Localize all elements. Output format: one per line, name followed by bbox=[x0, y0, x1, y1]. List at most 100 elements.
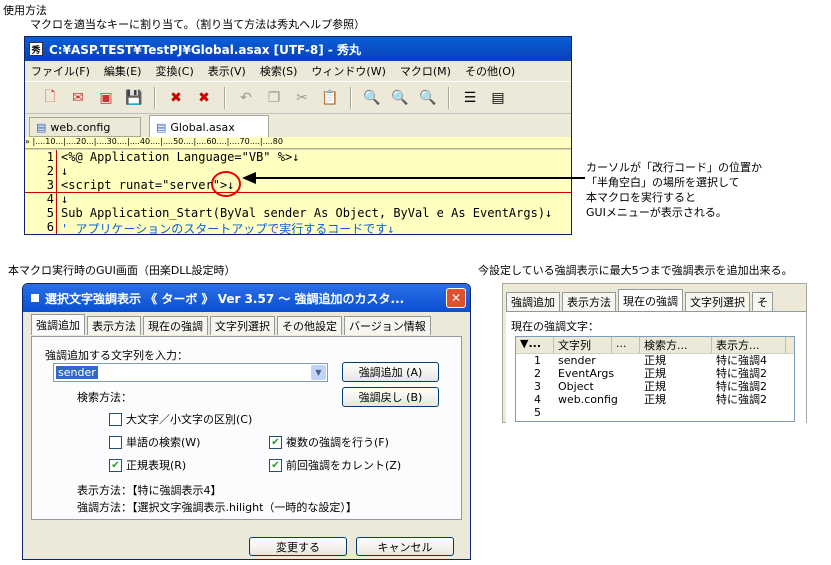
highlight-list[interactable]: ▼... 文字列 ... 検索方... 表示方... 1 sender 正規 特… bbox=[515, 336, 795, 422]
checkbox-box: ✔ bbox=[269, 435, 282, 449]
panel-tabs: 強調追加 表示方法 現在の強調 文字列選択 そ bbox=[506, 289, 773, 311]
menu-macro[interactable]: マクロ(M) bbox=[400, 63, 451, 79]
new-file-icon[interactable]: 🗋 bbox=[39, 87, 61, 109]
open-recent-icon[interactable]: ▣ bbox=[95, 87, 117, 109]
row-index: 2 bbox=[534, 367, 541, 380]
chevron-down-icon[interactable]: ▼ bbox=[311, 365, 326, 380]
apply-button[interactable]: 変更する bbox=[249, 537, 347, 556]
search-icon[interactable]: 🔍 bbox=[361, 87, 383, 109]
right-caption: 今設定している強調表示に最大5つまで強調表示を追加出来る。 bbox=[478, 264, 793, 277]
search-next-icon[interactable]: 🔍 bbox=[417, 87, 439, 109]
search-prev-icon[interactable]: 🔍 bbox=[389, 87, 411, 109]
code-line: ↓ bbox=[61, 192, 69, 206]
dialog-close-button[interactable]: ✕ bbox=[446, 288, 466, 308]
tab-label: web.config bbox=[50, 120, 111, 134]
column-header[interactable]: 表示方... bbox=[712, 337, 786, 353]
column-header[interactable]: 検索方... bbox=[640, 337, 712, 353]
column-header[interactable]: 文字列 bbox=[554, 337, 612, 353]
tab-add-highlight[interactable]: 強調追加 bbox=[31, 314, 85, 335]
window-list-icon[interactable]: ▤ bbox=[487, 87, 509, 109]
column-header[interactable]: ... bbox=[612, 337, 640, 353]
tab-other-truncated[interactable]: そ bbox=[752, 292, 773, 311]
list-item[interactable]: 1 sender 正規 特に強調4 bbox=[516, 354, 794, 367]
dialog-tabs: 強調追加 表示方法 現在の強調 文字列選択 その他設定 バージョン情報 bbox=[31, 314, 431, 335]
tab-string-selection[interactable]: 文字列選択 bbox=[210, 316, 275, 335]
cancel-button[interactable]: キャンセル bbox=[356, 537, 454, 556]
open-file-icon[interactable]: ✉ bbox=[67, 87, 89, 109]
column-header[interactable]: ▼... bbox=[516, 337, 554, 353]
row-string: Object bbox=[558, 380, 594, 393]
toolbar-separator bbox=[154, 86, 156, 109]
row-string: web.config bbox=[558, 393, 618, 406]
previous-current-checkbox[interactable]: ✔ 前回強調をカレント(Z) bbox=[269, 457, 401, 473]
save-icon[interactable]: 💾 bbox=[123, 87, 145, 109]
menu-convert[interactable]: 変換(C) bbox=[155, 63, 193, 79]
row-search bbox=[640, 406, 712, 419]
tab-version-info[interactable]: バージョン情報 bbox=[344, 316, 431, 335]
highlight-method-text: 強調方法：【選択文字強調表示.hilight（一時的な設定）】 bbox=[77, 501, 357, 514]
checkbox-box: ✔ bbox=[269, 458, 282, 472]
tab-current-highlight[interactable]: 現在の強調 bbox=[143, 316, 208, 335]
tab-web-config[interactable]: ▤ web.config bbox=[29, 117, 141, 137]
list-icon[interactable]: ☰ bbox=[459, 87, 481, 109]
checkbox-box: ✔ bbox=[109, 458, 122, 472]
list-item[interactable]: 5 bbox=[516, 406, 794, 419]
list-item[interactable]: 3 Object 正規 特に強調2 bbox=[516, 380, 794, 393]
multiple-highlight-checkbox[interactable]: ✔ 複数の強調を行う(F) bbox=[269, 434, 389, 450]
close-icon[interactable]: ✖ bbox=[165, 87, 187, 109]
undo-icon[interactable]: ↶ bbox=[235, 87, 257, 109]
row-display: 特に強調2 bbox=[716, 367, 767, 380]
add-highlight-button[interactable]: 強調追加 (A) bbox=[342, 362, 439, 382]
row-search: 正規 bbox=[644, 380, 666, 393]
menu-file[interactable]: ファイル(F) bbox=[31, 63, 90, 79]
menu-view[interactable]: 表示(V) bbox=[208, 63, 246, 79]
menu-other[interactable]: その他(O) bbox=[465, 63, 515, 79]
row-display bbox=[712, 406, 786, 419]
checkbox-label: 正規表現(R) bbox=[126, 459, 187, 472]
file-icon: ▤ bbox=[36, 120, 47, 134]
line-number: 6 bbox=[46, 220, 54, 234]
tab-string-selection[interactable]: 文字列選択 bbox=[685, 292, 750, 311]
list-item[interactable]: 2 EventArgs 正規 特に強調2 bbox=[516, 367, 794, 380]
annotation-text: カーソルが「改行コード」の位置か 「半角空白」の場所を選択して 本マクロを実行す… bbox=[586, 160, 762, 220]
close-all-icon[interactable]: ✖ bbox=[193, 87, 215, 109]
tab-label: Global.asax bbox=[170, 120, 235, 134]
row-string: sender bbox=[558, 354, 596, 367]
line-number: 5 bbox=[46, 206, 54, 220]
annotation-line: GUIメニューが表示される。 bbox=[586, 206, 727, 219]
copy-icon[interactable]: ❐ bbox=[263, 87, 285, 109]
file-icon: ▤ bbox=[156, 120, 167, 134]
tab-other-settings[interactable]: その他設定 bbox=[277, 316, 342, 335]
highlight-dialog: 選択文字強調表示 《 ターボ 》 Ver 3.57 ～ 強調追加のカスタ... … bbox=[22, 283, 471, 560]
tab-display-method[interactable]: 表示方法 bbox=[87, 316, 141, 335]
toolbar-separator bbox=[448, 86, 450, 109]
tab-global-asax[interactable]: ▤ Global.asax bbox=[149, 115, 269, 138]
menu-window[interactable]: ウィンドウ(W) bbox=[311, 63, 385, 79]
menu-search[interactable]: 検索(S) bbox=[260, 63, 298, 79]
editor-titlebar: 秀 C:¥ASP.TEST¥TestPJ¥Global.asax [UTF-8]… bbox=[25, 37, 571, 61]
row-string: EventArgs bbox=[558, 367, 615, 380]
word-search-checkbox[interactable]: 単語の検索(W) bbox=[109, 434, 200, 450]
dialog-title: 選択文字強調表示 《 ターボ 》 Ver 3.57 ～ 強調追加のカスタ... bbox=[45, 291, 405, 306]
list-item[interactable]: 4 web.config 正規 特に強調2 bbox=[516, 393, 794, 406]
line-number: 1 bbox=[46, 150, 54, 164]
row-index: 4 bbox=[534, 393, 541, 406]
tab-current-highlight[interactable]: 現在の強調 bbox=[618, 289, 683, 311]
tab-display-method[interactable]: 表示方法 bbox=[562, 292, 616, 311]
search-method-label: 検索方法： bbox=[77, 391, 132, 404]
highlight-string-combobox[interactable]: sender ▼ bbox=[53, 363, 328, 382]
row-index: 1 bbox=[534, 354, 541, 367]
paste-icon[interactable]: 📋 bbox=[319, 87, 341, 109]
dialog-icon bbox=[31, 294, 39, 302]
cut-icon[interactable]: ✂ bbox=[291, 87, 313, 109]
menu-edit[interactable]: 編集(E) bbox=[104, 63, 142, 79]
gui-caption: 本マクロ実行時のGUI画面（田楽DLL設定時） bbox=[8, 264, 236, 277]
case-sensitive-checkbox[interactable]: 大文字／小文字の区別(C) bbox=[109, 411, 252, 427]
undo-highlight-button[interactable]: 強調戻し (B) bbox=[342, 387, 439, 407]
checkbox-label: 単語の検索(W) bbox=[126, 436, 201, 449]
dialog-titlebar: 選択文字強調表示 《 ターボ 》 Ver 3.57 ～ 強調追加のカスタ... bbox=[23, 284, 470, 312]
toolbar-separator bbox=[350, 86, 352, 109]
tab-add-highlight[interactable]: 強調追加 bbox=[506, 292, 560, 311]
row-display: 特に強調2 bbox=[716, 380, 767, 393]
regex-checkbox[interactable]: ✔ 正規表現(R) bbox=[109, 457, 186, 473]
